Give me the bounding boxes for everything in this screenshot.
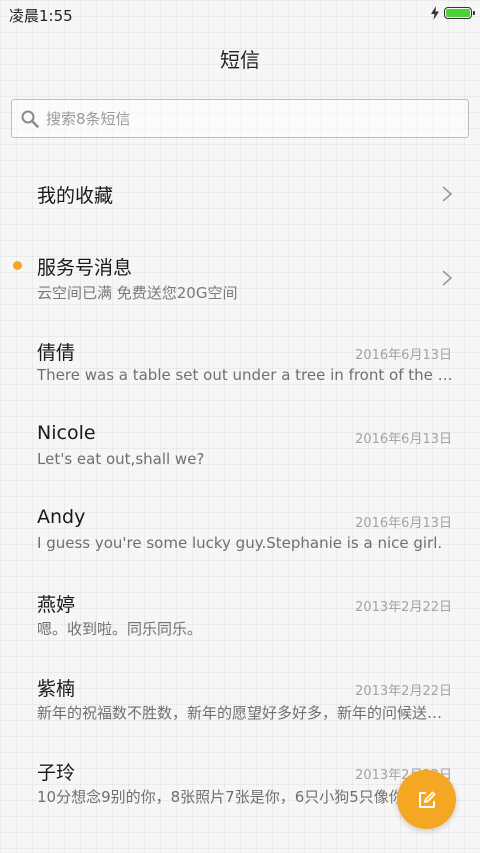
message-date: 2016年6月13日 [355, 516, 452, 531]
shortcut-title: 我的收藏 [37, 185, 114, 207]
search-icon [21, 110, 39, 128]
message-snippet: 10分想念9别的你，8张照片7张是你，6只小狗5只像你 [37, 788, 404, 806]
shortcut-favorites[interactable]: 我的收藏 [0, 152, 480, 236]
contact-name: 子玲 [37, 762, 76, 784]
message-snippet: There was a table set out under a tree i… [37, 366, 453, 384]
conversation-item[interactable]: 倩倩 2016年6月13日 There was a table set out … [0, 328, 480, 412]
status-icons [430, 6, 475, 20]
shortcut-title: 服务号消息 [37, 257, 133, 279]
conversation-item[interactable]: Nicole 2016年6月13日 Let's eat out,shall we… [0, 412, 480, 496]
search-bar[interactable] [11, 99, 469, 138]
conversation-item[interactable]: 燕婷 2013年2月22日 嗯。收到啦。同乐同乐。 [0, 580, 480, 664]
contact-name: 倩倩 [37, 342, 76, 364]
status-time: 凌晨1:55 [9, 7, 73, 25]
contact-name: 紫楠 [37, 678, 76, 700]
battery-fill [446, 9, 470, 17]
conversation-item[interactable]: 紫楠 2013年2月22日 新年的祝福数不胜数，新年的愿望好多好多，新年的问候送… [0, 664, 480, 748]
message-snippet: 新年的祝福数不胜数，新年的愿望好多好多，新年的问候送给你 [37, 704, 453, 722]
message-date: 2013年2月22日 [355, 600, 452, 615]
contact-name: Nicole [37, 422, 96, 444]
message-date: 2013年2月22日 [355, 684, 452, 699]
unread-dot [13, 261, 22, 270]
compose-button[interactable] [397, 770, 456, 829]
compose-icon [418, 791, 435, 808]
contact-name: Andy [37, 506, 86, 528]
lightning-icon [431, 6, 439, 20]
shortcut-service-messages[interactable]: 服务号消息 云空间已满 免费送您20G空间 [0, 236, 480, 320]
conversation-item[interactable]: Andy 2016年6月13日 I guess you're some luck… [0, 496, 480, 580]
status-bar: 凌晨1:55 [0, 0, 480, 28]
page-title: 短信 [220, 48, 260, 72]
message-snippet: Let's eat out,shall we? [37, 450, 205, 468]
battery-icon [444, 7, 475, 19]
message-snippet: I guess you're some lucky guy.Stephanie … [37, 534, 443, 552]
search-input[interactable] [44, 108, 448, 129]
chevron-right-icon [442, 270, 453, 286]
shortcut-subtitle: 云空间已满 免费送您20G空间 [37, 284, 238, 302]
message-snippet: 嗯。收到啦。同乐同乐。 [37, 620, 203, 638]
message-date: 2016年6月13日 [355, 432, 452, 447]
message-date: 2016年6月13日 [355, 348, 452, 363]
chevron-right-icon [442, 186, 453, 202]
contact-name: 燕婷 [37, 594, 76, 616]
